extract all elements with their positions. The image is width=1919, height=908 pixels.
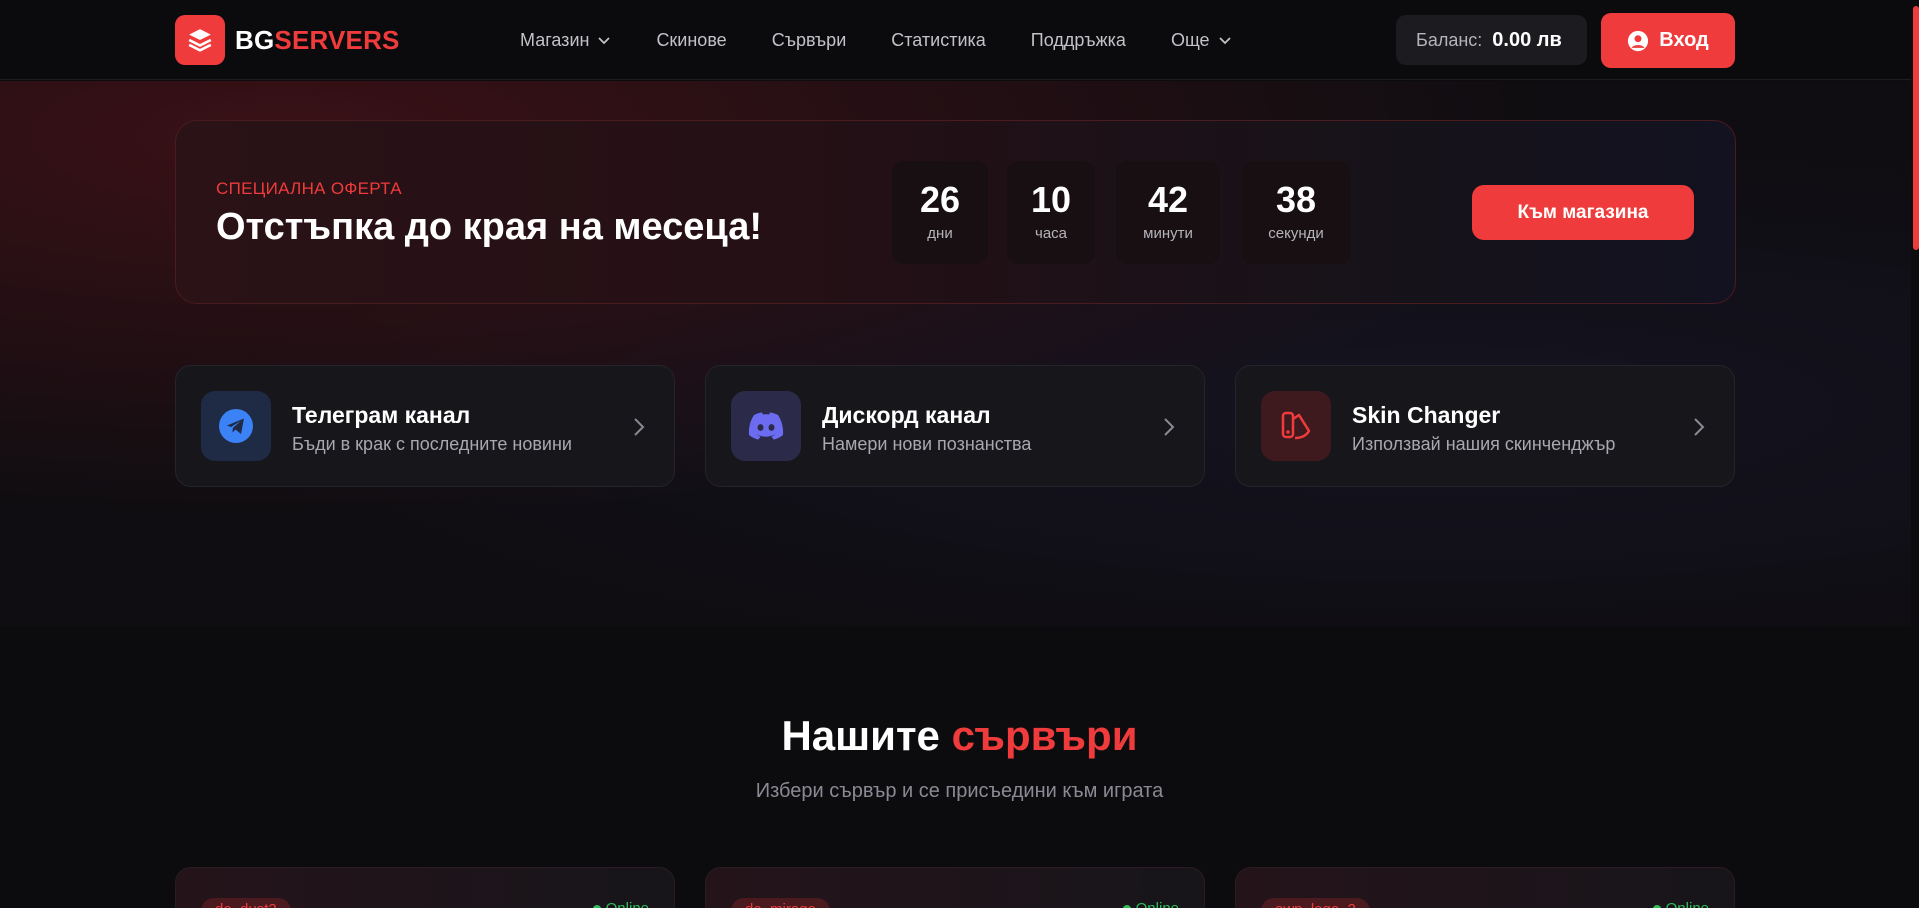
- countdown-unit: минути: [1143, 225, 1193, 242]
- balance-display: Баланс: 0.00 лв: [1396, 15, 1587, 65]
- nav-item-label: Още: [1170, 29, 1210, 50]
- section-title-white: Нашите: [781, 712, 940, 759]
- servers-section-subtitle: Избери сървър и се присъедини към играта: [755, 780, 1164, 802]
- link-card-subtitle: Бъди в крак с последните новини: [292, 434, 572, 454]
- nav-item-label: Скинове: [656, 29, 727, 50]
- server-map-badge: de_dust2: [201, 898, 291, 908]
- server-map-badge: de_mirage: [731, 898, 830, 908]
- section-title-red: сървъри: [951, 712, 1138, 759]
- brand-name: BGSERVERS: [235, 25, 400, 56]
- skin-changer-icon: [1261, 391, 1331, 461]
- brand-logo[interactable]: BGSERVERS: [175, 15, 400, 65]
- countdown-value: 42: [1147, 179, 1189, 220]
- layers-icon: [175, 15, 225, 65]
- countdown-seconds: 38 секунди: [1241, 161, 1351, 264]
- status-dot-icon: [592, 904, 601, 908]
- brand-name-part2: SERVERS: [274, 24, 400, 55]
- countdown-unit: секунди: [1268, 225, 1324, 242]
- nav-item-shop[interactable]: Магазин: [520, 26, 611, 54]
- nav-item-label: Статистика: [891, 29, 986, 50]
- offer-title: Отстъпка до края на месеца!: [216, 206, 763, 248]
- nav-item-more[interactable]: Още: [1171, 26, 1232, 54]
- brand-name-part1: BG: [235, 24, 275, 55]
- go-to-shop-button[interactable]: Към магазина: [1472, 185, 1694, 240]
- server-map-badge: awp_lego_2: [1261, 898, 1370, 908]
- link-card-subtitle: Намери нови познанства: [822, 434, 1032, 454]
- countdown-value: 26: [919, 179, 961, 220]
- discord-icon: [731, 391, 801, 461]
- nav-item-support[interactable]: Поддръжка: [1031, 26, 1126, 54]
- link-card-title: Телеграм канал: [292, 402, 471, 428]
- scrollbar-thumb[interactable]: [1913, 6, 1919, 250]
- server-status-label: Online: [1666, 900, 1709, 908]
- status-dot-icon: [1652, 904, 1661, 908]
- chevron-right-icon: [1694, 418, 1705, 436]
- server-card[interactable]: de_mirage Online: [705, 867, 1205, 908]
- server-status: Online: [1652, 900, 1709, 908]
- balance-value: 0.00 лв: [1492, 28, 1562, 51]
- server-status: Online: [1122, 900, 1179, 908]
- countdown-unit: дни: [927, 225, 953, 242]
- nav-item-label: Магазин: [520, 29, 590, 50]
- servers-section-title: Нашите сървъри: [0, 712, 1919, 760]
- chevron-right-icon: [634, 418, 645, 436]
- status-dot-icon: [1122, 904, 1131, 908]
- nav-item-label: Поддръжка: [1030, 29, 1126, 50]
- countdown-value: 10: [1030, 179, 1072, 220]
- special-offer-banner: СПЕЦИАЛНА ОФЕРТА Отстъпка до края на мес…: [175, 120, 1736, 304]
- server-status-label: Online: [606, 900, 649, 908]
- nav-item-skins[interactable]: Скинове: [656, 26, 726, 54]
- nav-item-label: Сървъри: [771, 29, 847, 50]
- server-card[interactable]: de_dust2 Online: [175, 867, 675, 908]
- server-card[interactable]: awp_lego_2 Online: [1235, 867, 1735, 908]
- user-circle-icon: [1628, 30, 1649, 51]
- server-status: Online: [592, 900, 649, 908]
- login-label: Вход: [1659, 29, 1709, 51]
- countdown-minutes: 42 минути: [1116, 161, 1220, 264]
- skin-changer-card[interactable]: Skin Changer Използвай нашия скинченджър: [1235, 365, 1735, 487]
- telegram-icon: [201, 391, 271, 461]
- server-status-label: Online: [1136, 900, 1179, 908]
- telegram-channel-card[interactable]: Телеграм канал Бъди в крак с последните …: [175, 365, 675, 487]
- nav-item-servers[interactable]: Сървъри: [772, 26, 847, 54]
- countdown-value: 38: [1275, 179, 1317, 220]
- nav-item-statistics[interactable]: Статистика: [891, 26, 986, 54]
- link-card-title: Skin Changer: [1352, 402, 1501, 428]
- chevron-right-icon: [1164, 418, 1175, 436]
- countdown-hours: 10 часа: [1007, 161, 1095, 264]
- top-navbar: BGSERVERS Магазин Скинове Сървъри Статис…: [0, 0, 1919, 80]
- chevron-down-icon: [598, 37, 611, 45]
- discord-channel-card[interactable]: Дискорд канал Намери нови познанства: [705, 365, 1205, 487]
- chevron-down-icon: [1218, 37, 1231, 45]
- main-nav: Магазин Скинове Сървъри Статистика Поддр…: [520, 26, 1277, 54]
- countdown-unit: часа: [1035, 225, 1067, 242]
- link-card-subtitle: Използвай нашия скинченджър: [1352, 434, 1616, 454]
- balance-label: Баланс:: [1416, 29, 1483, 50]
- offer-tag: СПЕЦИАЛНА ОФЕРТА: [216, 179, 402, 198]
- login-button[interactable]: Вход: [1601, 13, 1735, 68]
- countdown-days: 26 дни: [892, 161, 988, 264]
- link-card-title: Дискорд канал: [822, 402, 991, 428]
